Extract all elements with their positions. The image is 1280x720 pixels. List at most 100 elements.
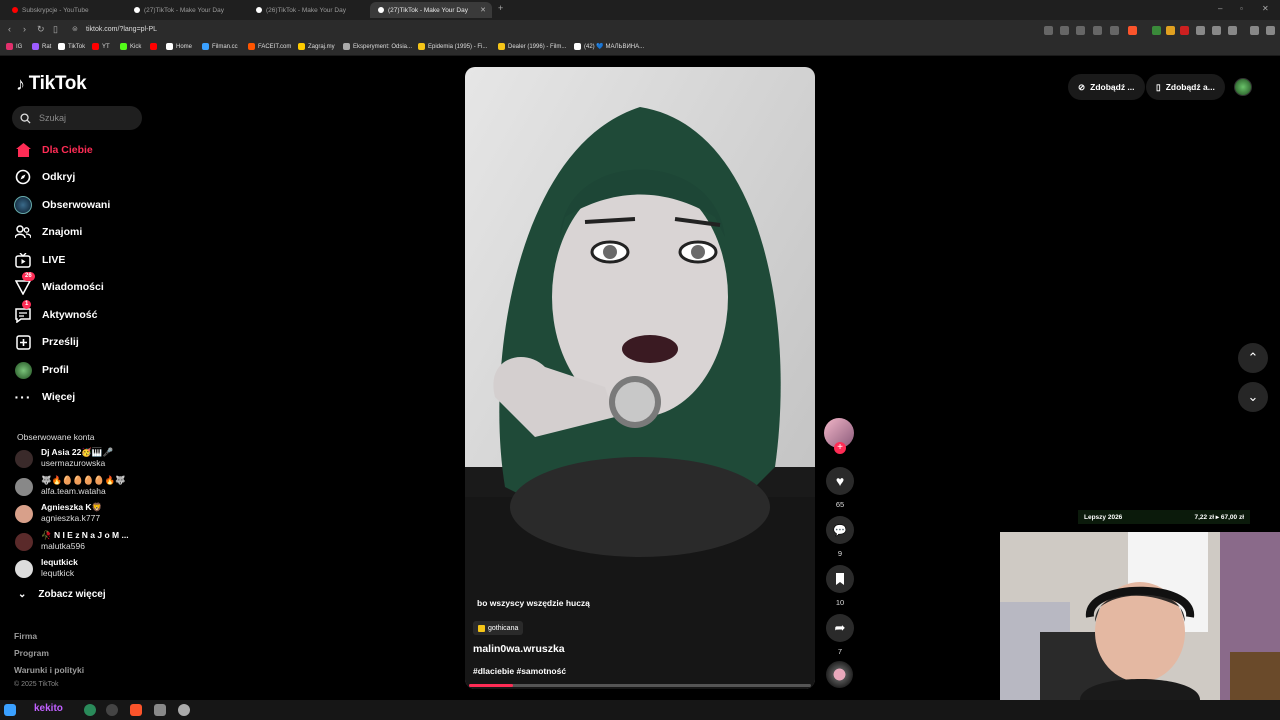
close-window-icon[interactable]: ✕ xyxy=(1262,4,1269,13)
translate-icon[interactable] xyxy=(1076,26,1085,35)
nav-item-wi-cej[interactable]: ··· Więcej xyxy=(14,386,154,408)
menu-icon[interactable] xyxy=(1266,26,1275,35)
bookmark-label: Dealer (1996) - Film... xyxy=(508,43,567,50)
bookmark-favicon-icon xyxy=(498,43,505,50)
video-author[interactable]: malin0wa.wruszka xyxy=(473,643,565,655)
nav-item-znajomi[interactable]: Znajomi xyxy=(14,221,154,243)
get-app-button[interactable]: ▯ Zdobądź a... xyxy=(1146,74,1225,100)
previous-video-button[interactable]: ⌃ xyxy=(1238,343,1268,373)
account-handle: lequtkick xyxy=(41,568,75,578)
taskbar-app-icon[interactable] xyxy=(84,704,96,716)
taskbar-app-icon[interactable] xyxy=(178,704,190,716)
sound-tag[interactable]: gothicana xyxy=(473,621,524,635)
bookmark-item[interactable]: Eksperyment: Odsia... xyxy=(343,43,412,50)
reload-icon[interactable]: ↻ xyxy=(37,24,45,35)
followed-account-item[interactable]: 🐺🔥🥚🥚🥚🥚🔥🐺 alfa.team.wataha xyxy=(15,475,155,499)
taskbar-app-icon[interactable] xyxy=(106,704,118,716)
url-text: tiktok.com/?lang=pl-PL xyxy=(86,26,158,33)
next-video-button[interactable]: ⌄ xyxy=(1238,382,1268,412)
taskbar-app-icon[interactable] xyxy=(154,704,166,716)
followed-account-item[interactable]: lequtkick lequtkick xyxy=(15,557,155,581)
nav-label: Aktywność xyxy=(42,309,98,321)
bookmark-item[interactable]: IG xyxy=(6,43,22,50)
browser-tab[interactable]: (27)TikTok - Make Your Day ✕ xyxy=(370,2,492,18)
new-tab-button[interactable]: + xyxy=(498,3,503,13)
bookmark-item[interactable]: FACEIT.com xyxy=(248,43,291,50)
url-field[interactable]: ⊜ tiktok.com/?lang=pl-PL xyxy=(68,23,1038,37)
nav-item-live[interactable]: LIVE xyxy=(14,249,154,271)
nav-item-obserwowani[interactable]: Obserwowani xyxy=(14,194,154,216)
user-avatar[interactable] xyxy=(1234,78,1252,96)
music-disc-icon[interactable] xyxy=(826,661,853,688)
bookmark-item[interactable]: Rat xyxy=(32,43,51,50)
bookmark-item[interactable]: TikTok xyxy=(58,43,85,50)
bookmark-label: Eksperyment: Odsia... xyxy=(353,43,413,50)
footer-link-company[interactable]: Firma xyxy=(14,631,37,641)
bookmark-item[interactable]: Zagraj.my xyxy=(298,43,335,50)
start-icon[interactable] xyxy=(4,704,16,716)
nav-item-dla-ciebie[interactable]: Dla Ciebie xyxy=(14,139,154,161)
account-avatar xyxy=(15,478,33,496)
see-more-button[interactable]: ⌄ Zobacz więcej xyxy=(18,589,106,600)
brave-shield-icon[interactable] xyxy=(1128,26,1137,35)
extension-icon[interactable] xyxy=(1152,26,1161,35)
bookmark-icon[interactable]: ▯ xyxy=(53,24,58,35)
music-icon[interactable] xyxy=(1250,26,1259,35)
tiktok-logo[interactable]: ♪ TikTok xyxy=(16,73,87,95)
video-progress-bar[interactable] xyxy=(469,684,811,687)
comment-button[interactable]: 💬 9 xyxy=(825,516,855,558)
footer-link-terms[interactable]: Warunki i polityki xyxy=(14,665,84,675)
download-icon[interactable] xyxy=(1212,26,1221,35)
bookmark-item[interactable]: Dealer (1996) - Film... xyxy=(498,43,566,50)
tab-favicon-icon xyxy=(12,7,18,13)
link-icon[interactable] xyxy=(1228,26,1237,35)
bookmark-favicon-icon xyxy=(6,43,13,50)
search-box[interactable] xyxy=(12,106,142,130)
minimize-icon[interactable]: – xyxy=(1218,4,1222,13)
close-tab-icon[interactable]: ✕ xyxy=(480,6,486,14)
heart-icon: ♥ xyxy=(835,473,845,489)
extension-icon[interactable] xyxy=(1180,26,1189,35)
bookmark-item[interactable] xyxy=(150,43,160,50)
video-hashtags[interactable]: #dlaciebie #samotność xyxy=(473,666,566,676)
extensions-puzzle-icon[interactable] xyxy=(1196,26,1205,35)
extension-icon[interactable] xyxy=(1044,26,1053,35)
footer-link-program[interactable]: Program xyxy=(14,648,49,658)
nav-label: LIVE xyxy=(42,254,66,266)
bookmark-item[interactable]: (42) 💙 МАЛЬВИНА... xyxy=(574,43,644,50)
followed-account-item[interactable]: Dj Asia 22🥳🎹🎤 usermazurowska xyxy=(15,447,155,471)
bookmark-item[interactable]: Kick xyxy=(120,43,141,50)
bookmark-item[interactable]: YT xyxy=(92,43,110,50)
save-button[interactable]: 10 xyxy=(825,565,855,607)
browser-tab[interactable]: (26)TikTok - Make Your Day xyxy=(248,2,370,18)
bookmark-item[interactable]: Epidemia (1995) - Fi... xyxy=(418,43,487,50)
followed-account-item[interactable]: 🥀 N I E z N a J o M ... malutka596 xyxy=(15,530,155,554)
zoom-icon[interactable] xyxy=(1093,26,1102,35)
nav-item-profil[interactable]: Profil xyxy=(14,359,154,381)
nav-label: Odkryj xyxy=(42,171,76,183)
followed-account-item[interactable]: Agnieszka K🦁 agnieszka.k777 xyxy=(15,502,155,526)
nav-item-prze-lij[interactable]: Prześlij xyxy=(14,331,154,353)
extension-icon[interactable] xyxy=(1060,26,1069,35)
browser-tab[interactable]: (27)TikTok - Make Your Day xyxy=(126,2,248,18)
extension-icon[interactable] xyxy=(1166,26,1175,35)
nav-item-odkryj[interactable]: Odkryj xyxy=(14,166,154,188)
bookmark-item[interactable]: Home xyxy=(166,43,192,50)
share-icon[interactable] xyxy=(1110,26,1119,35)
search-input[interactable] xyxy=(39,113,129,123)
like-button[interactable]: ♥ 65 xyxy=(825,467,855,509)
bookmark-item[interactable]: Filman.cc xyxy=(202,43,238,50)
back-icon[interactable]: ‹ xyxy=(8,24,11,34)
brave-browser-icon[interactable] xyxy=(130,704,142,716)
maximize-icon[interactable]: ▫ xyxy=(1240,4,1243,13)
share-button[interactable]: ➦ 7 xyxy=(825,614,855,656)
browser-tab[interactable]: Subskrypcje - YouTube xyxy=(4,2,126,18)
get-coins-button[interactable]: ⊘ Zdobądź ... xyxy=(1068,74,1145,100)
follow-plus-icon[interactable]: + xyxy=(834,442,846,454)
video-player[interactable] xyxy=(465,67,815,689)
bookmark-label: FACEIT.com xyxy=(258,43,292,50)
nav-item-wiadomo-ci[interactable]: 26 Wiadomości xyxy=(14,272,154,298)
site-info-icon[interactable]: ⊜ xyxy=(72,23,78,37)
nav-item-aktywno-[interactable]: 1 Aktywność xyxy=(14,300,154,326)
forward-icon[interactable]: › xyxy=(23,24,26,34)
